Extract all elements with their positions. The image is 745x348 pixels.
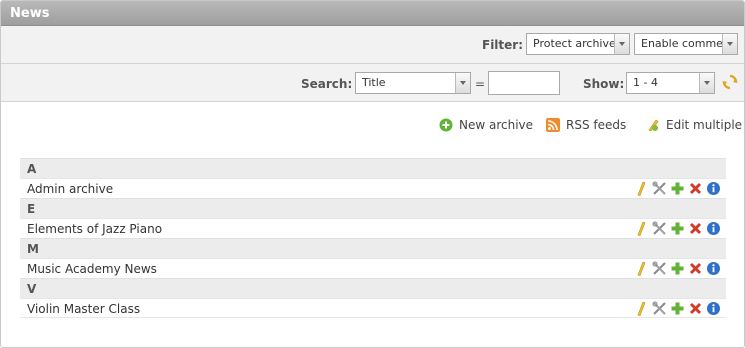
chevron-down-icon <box>722 34 737 54</box>
edit-multiple-button[interactable]: Edit multiple <box>646 116 742 134</box>
show-label: Show: <box>583 77 625 91</box>
archive-row[interactable]: Music Academy News <box>20 258 726 278</box>
settings-icon[interactable] <box>652 181 667 196</box>
equals-sign: = <box>475 77 486 91</box>
archive-row[interactable]: Elements of Jazz Piano <box>20 218 726 238</box>
delete-icon[interactable] <box>688 301 703 316</box>
filter-bar: Filter: Protect archive Enable comment <box>1 26 744 64</box>
enable-comment-select[interactable]: Enable comment <box>634 33 738 55</box>
add-icon[interactable] <box>670 221 685 236</box>
settings-icon[interactable] <box>652 301 667 316</box>
archive-row[interactable]: Admin archive <box>20 178 726 198</box>
filter-label: Filter: <box>482 38 524 52</box>
edit-icon[interactable] <box>634 221 649 236</box>
row-actions <box>634 181 721 197</box>
show-range-select[interactable]: 1 - 4 <box>626 72 715 94</box>
archive-name[interactable]: Music Academy News <box>27 262 157 276</box>
search-field-value: Title <box>362 76 386 89</box>
add-icon[interactable] <box>670 301 685 316</box>
group-header: A <box>20 158 726 178</box>
show-range-value: 1 - 4 <box>633 76 658 89</box>
archive-list: A Admin archive E Elements of Jazz Piano M… <box>20 158 726 318</box>
group-header: M <box>20 238 726 258</box>
search-bar: Search: Title = Show: 1 - 4 <box>1 64 744 102</box>
add-icon[interactable] <box>670 181 685 196</box>
edit-icon[interactable] <box>634 301 649 316</box>
archive-row[interactable]: Violin Master Class <box>20 298 726 318</box>
search-input[interactable] <box>488 71 560 95</box>
new-archive-label: New archive <box>459 118 534 132</box>
archive-name[interactable]: Elements of Jazz Piano <box>27 222 162 236</box>
group-header: V <box>20 278 726 298</box>
rss-icon <box>546 118 560 132</box>
search-field-select[interactable]: Title <box>355 72 471 94</box>
edit-icon[interactable] <box>634 261 649 276</box>
archive-name[interactable]: Admin archive <box>27 182 113 196</box>
new-archive-button[interactable]: New archive <box>439 116 533 134</box>
edit-multiple-label: Edit multiple <box>666 118 743 132</box>
group-header: E <box>20 198 726 218</box>
search-label: Search: <box>301 77 353 91</box>
info-icon[interactable] <box>706 301 721 316</box>
chevron-down-icon <box>455 73 470 93</box>
protect-archive-select[interactable]: Protect archive <box>526 33 630 55</box>
panel-title: News <box>1 1 744 26</box>
archive-name[interactable]: Violin Master Class <box>27 302 140 316</box>
chevron-down-icon <box>614 34 629 54</box>
row-actions <box>634 301 721 317</box>
edit-icon[interactable] <box>634 181 649 196</box>
row-actions <box>634 221 721 237</box>
chevron-down-icon <box>699 73 714 93</box>
enable-comment-value: Enable comment <box>641 37 735 50</box>
edit-multiple-icon <box>648 119 659 132</box>
rss-feeds-label: RSS feeds <box>566 118 627 132</box>
settings-icon[interactable] <box>652 221 667 236</box>
delete-icon[interactable] <box>688 221 703 236</box>
plus-circle-icon <box>439 118 453 132</box>
settings-icon[interactable] <box>652 261 667 276</box>
rss-feeds-button[interactable]: RSS feeds <box>546 116 626 134</box>
news-panel: News Filter: Protect archive Enable comm… <box>0 0 745 348</box>
info-icon[interactable] <box>706 261 721 276</box>
info-icon[interactable] <box>706 181 721 196</box>
refresh-icon[interactable] <box>722 74 738 90</box>
info-icon[interactable] <box>706 221 721 236</box>
protect-archive-value: Protect archive <box>533 37 616 50</box>
delete-icon[interactable] <box>688 261 703 276</box>
delete-icon[interactable] <box>688 181 703 196</box>
row-actions <box>634 261 721 277</box>
add-icon[interactable] <box>670 261 685 276</box>
